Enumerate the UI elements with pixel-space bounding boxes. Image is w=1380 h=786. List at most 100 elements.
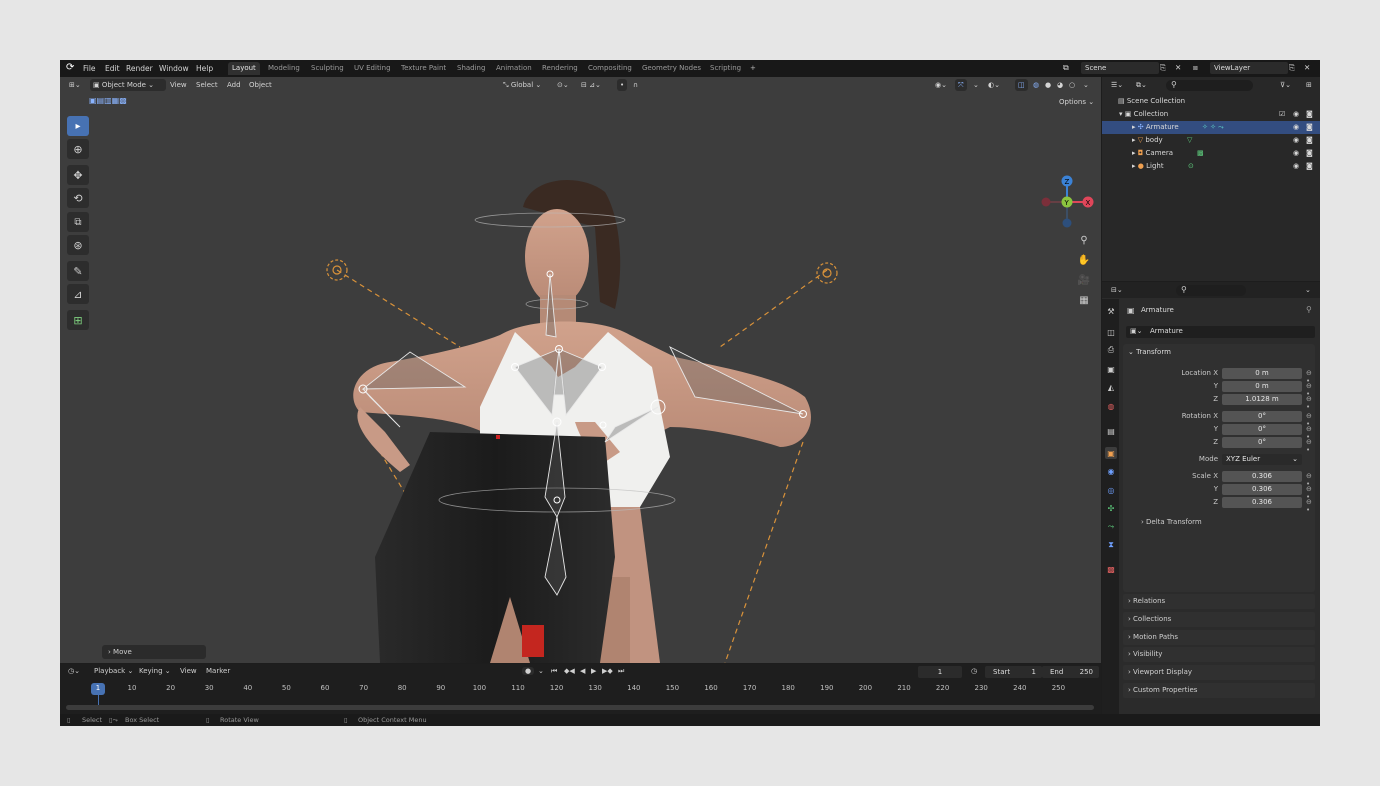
motion-paths-section[interactable]: › Motion Paths <box>1123 630 1315 645</box>
add-workspace-button[interactable]: + <box>746 62 760 75</box>
shading-dropdown-icon[interactable]: ⌄ <box>1080 79 1092 91</box>
tab-texture-paint[interactable]: Texture Paint <box>397 62 450 75</box>
display-mode-icon[interactable]: ⧉⌄ <box>1133 79 1150 91</box>
cursor-tool[interactable]: ⊕ <box>67 139 89 159</box>
camera-render-icon[interactable]: ◙ <box>1306 160 1313 173</box>
rotation-x-field[interactable]: 0° <box>1222 411 1302 422</box>
start-frame-field[interactable]: Start 1 <box>985 666 1042 678</box>
rotation-z-field[interactable]: 0° <box>1222 437 1302 448</box>
properties-editor-icon[interactable]: ⊟⌄ <box>1108 284 1126 296</box>
custom-properties-section[interactable]: › Custom Properties <box>1123 683 1315 698</box>
properties-options-icon[interactable]: ⌄ <box>1302 284 1314 296</box>
location-x-field[interactable]: 0 m <box>1222 368 1302 379</box>
move-tool[interactable]: ✥ <box>67 165 89 185</box>
gizmo-toggle-icon[interactable]: ⤧ <box>955 79 967 91</box>
menu-render[interactable]: Render <box>126 64 153 73</box>
transform-header[interactable]: ⌄ Transform <box>1128 348 1171 356</box>
object-data-tab-icon[interactable]: ✣ <box>1105 502 1117 514</box>
record-button[interactable]: ● <box>522 667 535 675</box>
pivot-point-icon[interactable]: ⊙⌄ <box>554 79 572 91</box>
tab-layout[interactable]: Layout <box>228 62 260 75</box>
scale-z-field[interactable]: 0.306 <box>1222 497 1302 508</box>
outliner-item-light[interactable]: ▸ ● Light ⊙ ◉ ◙ <box>1102 160 1320 173</box>
scale-x-field[interactable]: 0.306 <box>1222 471 1302 482</box>
scene-collection-row[interactable]: ▤ Scene Collection <box>1102 95 1320 108</box>
pin-icon[interactable]: ⚲ <box>1306 305 1312 314</box>
outliner-editor-icon[interactable]: ☰⌄ <box>1108 79 1126 91</box>
location-y-field[interactable]: 0 m <box>1222 381 1302 392</box>
gizmo-dropdown-icon[interactable]: ⌄ <box>970 79 982 91</box>
view-layer-icon[interactable]: ⧈ <box>1193 63 1198 73</box>
options-dropdown[interactable]: Options ⌄ <box>1056 96 1097 108</box>
record-options-icon[interactable]: ⌄ <box>538 667 544 675</box>
eye-icon[interactable]: ◉ <box>1293 108 1299 121</box>
menu-keying[interactable]: Keying ⌄ <box>139 667 171 675</box>
menu-view[interactable]: View <box>167 79 190 91</box>
object-name-field[interactable]: ▣⌄ Armature <box>1126 326 1315 338</box>
navigation-gizmo[interactable]: Z Y X <box>1036 173 1096 233</box>
material-shading-icon[interactable]: ◕ <box>1054 79 1066 91</box>
properties-search-input[interactable]: ⚲ <box>1176 285 1246 296</box>
camera-view-button[interactable]: 🎥 <box>1076 272 1092 288</box>
scale-tool[interactable]: ⧉ <box>67 212 89 232</box>
wireframe-shading-icon[interactable]: ◍ <box>1030 79 1042 91</box>
tab-shading[interactable]: Shading <box>453 62 489 75</box>
viewport-display-section[interactable]: › Viewport Display <box>1123 665 1315 680</box>
annotate-tool[interactable]: ✎ <box>67 261 89 281</box>
play-button[interactable]: ▶ <box>591 667 596 675</box>
constraint-tab-icon[interactable]: ⧗ <box>1105 539 1117 551</box>
scene-tab-icon[interactable]: ◭ <box>1105 381 1117 393</box>
tab-geometry-nodes[interactable]: Geometry Nodes <box>638 62 705 75</box>
clock-icon[interactable]: ◷ <box>971 667 977 675</box>
menu-window[interactable]: Window <box>159 64 189 73</box>
rotate-tool[interactable]: ⟲ <box>67 188 89 208</box>
render-tab-icon[interactable]: ◫ <box>1105 326 1117 338</box>
eye-icon[interactable]: ◉ <box>1293 147 1299 160</box>
bone-tab-icon[interactable]: ⤳ <box>1105 521 1117 533</box>
menu-playback[interactable]: Playback ⌄ <box>94 667 133 675</box>
xray-icon[interactable]: ◫ <box>1015 79 1028 91</box>
collection-tab-icon[interactable]: ▤ <box>1105 425 1117 437</box>
menu-file[interactable]: File <box>83 64 96 73</box>
menu-help[interactable]: Help <box>196 64 213 73</box>
light-right-icon[interactable] <box>816 262 838 284</box>
menu-timeline-view[interactable]: View <box>180 667 197 675</box>
tab-animation[interactable]: Animation <box>492 62 536 75</box>
select-box-tool[interactable]: ▸ <box>67 116 89 136</box>
collections-section[interactable]: › Collections <box>1123 612 1315 627</box>
tab-compositing[interactable]: Compositing <box>584 62 636 75</box>
filter-icon[interactable]: ⊽⌄ <box>1277 79 1294 91</box>
proportional-edit-icon[interactable]: • <box>617 79 628 91</box>
measure-tool[interactable]: ⊿ <box>67 284 89 304</box>
pan-view-button[interactable]: ✋ <box>1076 252 1092 268</box>
scene-icon[interactable]: ⧉ <box>1063 63 1069 73</box>
solid-shading-icon[interactable]: ● <box>1042 79 1054 91</box>
delete-scene-icon[interactable]: ✕ <box>1175 63 1181 72</box>
pants-mesh[interactable] <box>375 432 615 663</box>
menu-select[interactable]: Select <box>193 79 221 91</box>
rendered-shading-icon[interactable]: ○ <box>1066 79 1078 91</box>
outliner-item-camera[interactable]: ▸ ◘ Camera ▩ ◉ ◙ <box>1102 147 1320 160</box>
ortho-toggle-button[interactable]: ▦ <box>1076 292 1092 308</box>
outliner-item-body[interactable]: ▸ ▽ body ▽ ◉ ◙ <box>1102 134 1320 147</box>
new-view-layer-icon[interactable]: ⎘ <box>1289 63 1295 73</box>
physics-tab-icon[interactable]: ◎ <box>1105 484 1117 496</box>
new-collection-icon[interactable]: ⊞ <box>1303 79 1315 91</box>
scene-field[interactable]: Scene <box>1081 62 1159 74</box>
jump-end-button[interactable]: ⏭ <box>618 667 624 676</box>
modifier-tab-icon[interactable]: ◉ <box>1105 465 1117 477</box>
delete-view-layer-icon[interactable]: ✕ <box>1304 63 1310 72</box>
timeline-editor-icon[interactable]: ◷⌄ <box>68 667 80 675</box>
eye-icon[interactable]: ◉ <box>1293 134 1299 147</box>
object-tab-icon[interactable]: ▣ <box>1105 447 1117 459</box>
camera-render-icon[interactable]: ◙ <box>1306 121 1313 134</box>
outliner-item-armature[interactable]: ▸ ✣ Armature ✧ ✧ ⤳ ◉ ◙ <box>1102 121 1320 134</box>
new-scene-icon[interactable]: ⎘ <box>1160 63 1166 73</box>
visibility-icon[interactable]: ◉⌄ <box>932 79 950 91</box>
tool-tab-icon[interactable]: ⚒ <box>1105 305 1117 317</box>
prev-keyframe-button[interactable]: ◆◀ <box>564 667 575 675</box>
collection-row[interactable]: ▾ ▣ Collection ☑ ◉ ◙ <box>1102 108 1320 121</box>
view-layer-tab-icon[interactable]: ▣ <box>1105 363 1117 375</box>
view-layer-field[interactable]: ViewLayer <box>1210 62 1288 74</box>
delta-transform-subpanel[interactable]: › Delta Transform <box>1141 518 1202 526</box>
